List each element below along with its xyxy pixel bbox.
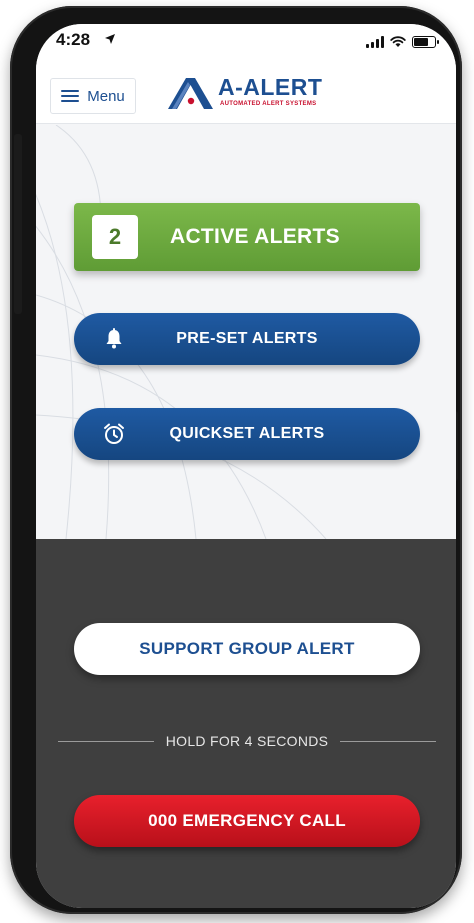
app-header: Menu A-ALERT AUTOMATED ALERT SYSTEMS [36,66,456,124]
support-group-alert-button[interactable]: SUPPORT GROUP ALERT [74,623,420,675]
quickset-alerts-label: QUICKSET ALERTS [169,425,325,442]
wifi-icon [390,36,406,47]
location-arrow-icon [105,34,115,44]
emergency-panel: SUPPORT GROUP ALERT HOLD FOR 4 SECONDS 0… [36,539,456,908]
divider-line-left [58,740,154,742]
battery-icon [412,36,439,48]
preset-alerts-label: PRE-SET ALERTS [176,330,318,347]
preset-alerts-button[interactable]: PRE-SET ALERTS [74,313,420,365]
status-time: 4:28 [56,30,91,49]
active-alerts-count: 2 [92,215,138,259]
hold-hint-row: HOLD FOR 4 SECONDS [58,731,437,751]
logo-subtitle: AUTOMATED ALERT SYSTEMS [220,101,317,107]
a-alert-logo: A-ALERT AUTOMATED ALERT SYSTEMS [166,74,336,114]
hold-hint-text: HOLD FOR 4 SECONDS [165,733,329,749]
logo-mark-icon [168,78,213,109]
phone-side-button-left [14,134,22,314]
divider-line-right [340,740,437,742]
menu-button[interactable]: Menu [50,78,136,114]
emergency-call-button[interactable]: 000 EMERGENCY CALL [74,795,420,847]
active-alerts-label: ACTIVE ALERTS [170,225,340,248]
app-screen: 4:28 Menu A-ALERT AUTOMATED ALERT SYSTEM… [36,24,456,908]
hamburger-icon [61,90,80,102]
phone-frame: 4:28 Menu A-ALERT AUTOMATED ALERT SYSTEM… [10,6,462,914]
alerts-panel: 2 ACTIVE ALERTS PRE-SET ALERTS QUICKSET … [36,125,456,539]
active-alerts-button[interactable]: 2 ACTIVE ALERTS [74,203,420,271]
cellular-signal-icon [366,36,384,48]
status-icons [366,36,439,48]
menu-label: Menu [87,87,125,105]
status-bar: 4:28 [36,24,456,66]
quickset-alerts-button[interactable]: QUICKSET ALERTS [74,408,420,460]
logo-title: A-ALERT [218,74,323,100]
